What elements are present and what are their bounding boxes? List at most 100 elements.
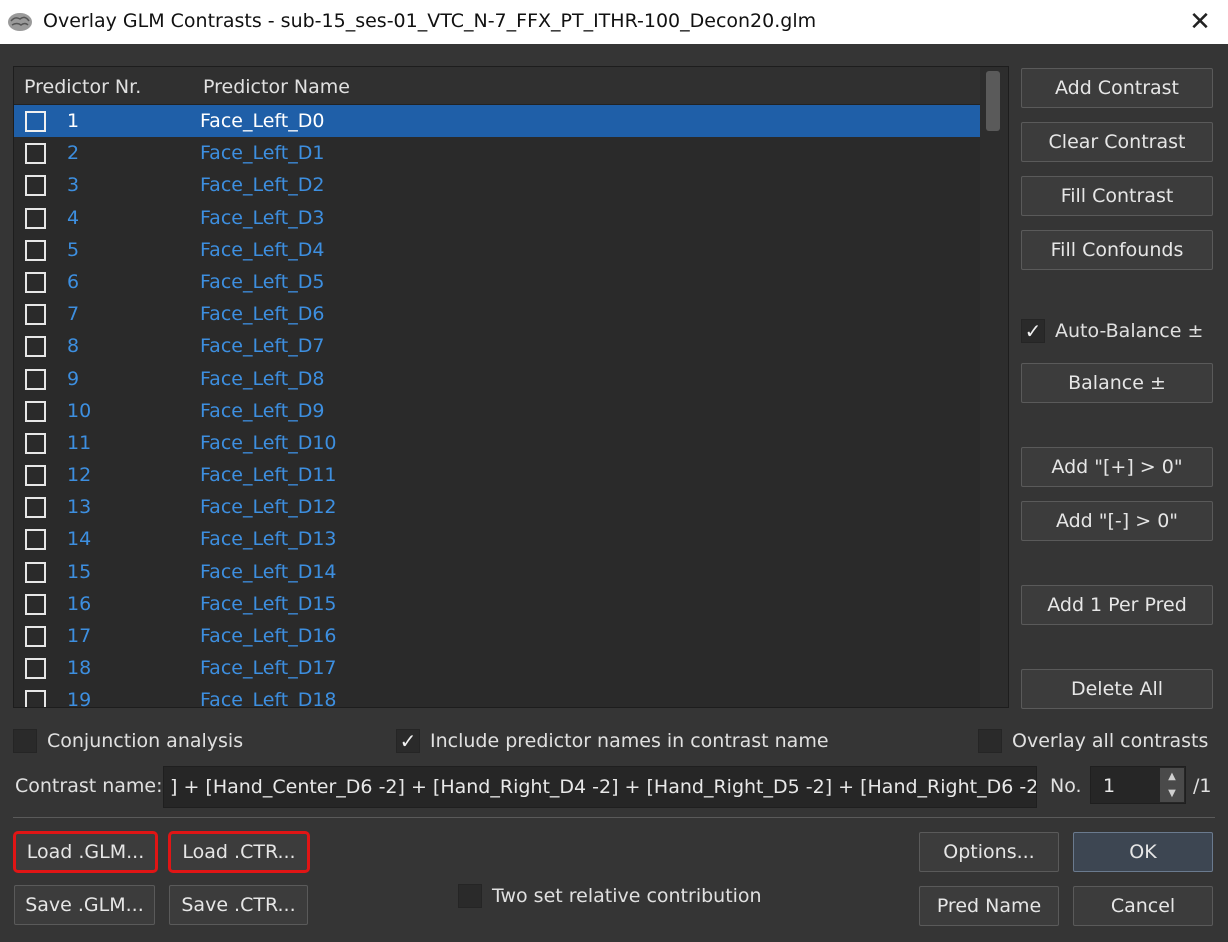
auto-balance-checkbox[interactable]: ✓ Auto-Balance ±: [1021, 319, 1203, 343]
row-checkbox[interactable]: [25, 400, 46, 422]
contrast-total: /1: [1193, 775, 1212, 797]
predictor-name: Face_Left_D15: [200, 592, 337, 615]
predictor-nr: 9: [67, 367, 80, 390]
row-checkbox[interactable]: [25, 304, 46, 326]
add-contrast-button[interactable]: Add Contrast: [1021, 68, 1213, 108]
row-checkbox[interactable]: [25, 271, 46, 293]
table-row[interactable]: 19 Face_Left_D18: [14, 684, 980, 708]
row-checkbox[interactable]: [25, 432, 46, 454]
spin-up-icon[interactable]: ▲: [1160, 768, 1184, 785]
row-checkbox[interactable]: [25, 175, 46, 197]
include-names-checkbox[interactable]: ✓ Include predictor names in contrast na…: [396, 729, 829, 753]
save-ctr-button[interactable]: Save .CTR...: [169, 885, 308, 925]
predictor-nr: 3: [67, 174, 80, 197]
table-row[interactable]: 16 Face_Left_D15: [14, 588, 980, 620]
table-row[interactable]: 3 Face_Left_D2: [14, 169, 980, 201]
scrollbar-thumb[interactable]: [986, 71, 1000, 131]
table-row[interactable]: 13 Face_Left_D12: [14, 491, 980, 523]
table-row[interactable]: 18 Face_Left_D17: [14, 652, 980, 684]
pred-name-button[interactable]: Pred Name: [919, 886, 1059, 926]
clear-contrast-button[interactable]: Clear Contrast: [1021, 122, 1213, 162]
fill-contrast-button[interactable]: Fill Contrast: [1021, 176, 1213, 216]
predictor-nr: 19: [67, 689, 92, 708]
window-title: Overlay GLM Contrasts - sub-15_ses-01_VT…: [43, 10, 817, 32]
table-row[interactable]: 9 Face_Left_D8: [14, 363, 980, 395]
predictor-name: Face_Left_D16: [200, 625, 337, 647]
contrast-name-label: Contrast name:: [15, 775, 163, 797]
predictor-name: Face_Left_D6: [200, 303, 325, 326]
close-button[interactable]: ✕: [1172, 0, 1228, 44]
table-row[interactable]: 6 Face_Left_D5: [14, 266, 980, 298]
fill-confounds-button[interactable]: Fill Confounds: [1021, 230, 1213, 270]
predictor-name: Face_Left_D10: [200, 431, 337, 454]
row-checkbox[interactable]: [25, 111, 46, 132]
predictor-name: Face_Left_D1: [200, 142, 325, 165]
check-icon: ✓: [1021, 319, 1045, 343]
load-glm-button[interactable]: Load .GLM...: [13, 831, 158, 873]
predictor-nr: 4: [67, 206, 80, 229]
overlay-all-checkbox[interactable]: Overlay all contrasts: [978, 729, 1208, 753]
table-row[interactable]: 17 Face_Left_D16: [14, 620, 980, 652]
row-checkbox[interactable]: [25, 207, 46, 229]
balance-button[interactable]: Balance ±: [1021, 363, 1213, 403]
predictor-nr: 6: [67, 270, 80, 293]
table-row[interactable]: 15 Face_Left_D14: [14, 556, 980, 588]
row-checkbox[interactable]: [25, 593, 46, 615]
table-row[interactable]: 2 Face_Left_D1: [14, 137, 980, 169]
column-header-nr[interactable]: Predictor Nr.: [24, 76, 141, 98]
conjunction-checkbox[interactable]: Conjunction analysis: [13, 729, 243, 753]
row-checkbox[interactable]: [25, 368, 46, 390]
row-checkbox[interactable]: [25, 561, 46, 583]
add-per-pred-button[interactable]: Add 1 Per Pred: [1021, 585, 1213, 625]
predictor-nr: 18: [67, 657, 92, 680]
two-set-label: Two set relative contribution: [492, 885, 762, 907]
row-checkbox[interactable]: [25, 336, 46, 358]
column-header-name[interactable]: Predictor Name: [203, 76, 350, 98]
row-checkbox[interactable]: [25, 143, 46, 165]
table-row[interactable]: 11 Face_Left_D10: [14, 427, 980, 459]
spin-down-icon[interactable]: ▼: [1160, 785, 1184, 802]
predictor-nr: 13: [67, 496, 92, 519]
row-checkbox[interactable]: [25, 658, 46, 680]
row-checkbox[interactable]: [25, 465, 46, 487]
divider: [13, 817, 1215, 818]
save-glm-button[interactable]: Save .GLM...: [14, 885, 155, 925]
checkbox-box: [978, 729, 1002, 753]
row-checkbox[interactable]: [25, 239, 46, 261]
table-row[interactable]: 8 Face_Left_D7: [14, 330, 980, 362]
options-button[interactable]: Options...: [919, 832, 1059, 872]
row-checkbox[interactable]: [25, 626, 46, 647]
add-positive-button[interactable]: Add "[+] > 0": [1021, 447, 1213, 487]
predictor-nr: 1: [67, 110, 80, 132]
predictor-name: Face_Left_D13: [200, 528, 337, 551]
delete-all-button[interactable]: Delete All: [1021, 669, 1213, 709]
table-scrollbar[interactable]: [980, 67, 1008, 707]
include-names-label: Include predictor names in contrast name: [430, 730, 829, 752]
predictor-nr: 11: [67, 431, 92, 454]
table-row[interactable]: 12 Face_Left_D11: [14, 459, 980, 491]
table-row[interactable]: 14 Face_Left_D13: [14, 523, 980, 555]
table-row[interactable]: 7 Face_Left_D6: [14, 298, 980, 330]
checkbox-box: [458, 884, 482, 908]
predictor-name: Face_Left_D17: [200, 657, 337, 680]
add-negative-button[interactable]: Add "[-] > 0": [1021, 501, 1213, 541]
predictor-nr: 2: [67, 142, 80, 165]
load-ctr-button[interactable]: Load .CTR...: [168, 831, 310, 873]
ok-button[interactable]: OK: [1073, 832, 1213, 872]
table-row[interactable]: 1 Face_Left_D0: [14, 105, 980, 138]
table-row[interactable]: 4 Face_Left_D3: [14, 202, 980, 234]
contrast-name-input[interactable]: ] + [Hand_Center_D6 -2] + [Hand_Right_D4…: [163, 766, 1037, 808]
predictor-name: Face_Left_D18: [200, 689, 337, 708]
two-set-checkbox[interactable]: Two set relative contribution: [458, 884, 762, 908]
brain-icon: [8, 13, 32, 31]
cancel-button[interactable]: Cancel: [1073, 886, 1213, 926]
spinbox-arrows[interactable]: ▲ ▼: [1160, 768, 1184, 802]
row-checkbox[interactable]: [25, 529, 46, 551]
row-checkbox[interactable]: [25, 690, 46, 707]
row-checkbox[interactable]: [25, 497, 46, 519]
predictor-name: Face_Left_D8: [200, 367, 325, 390]
table-row[interactable]: 5 Face_Left_D4: [14, 234, 980, 266]
predictor-nr: 17: [67, 625, 92, 647]
predictor-name: Face_Left_D5: [200, 270, 325, 293]
table-row[interactable]: 10 Face_Left_D9: [14, 395, 980, 427]
